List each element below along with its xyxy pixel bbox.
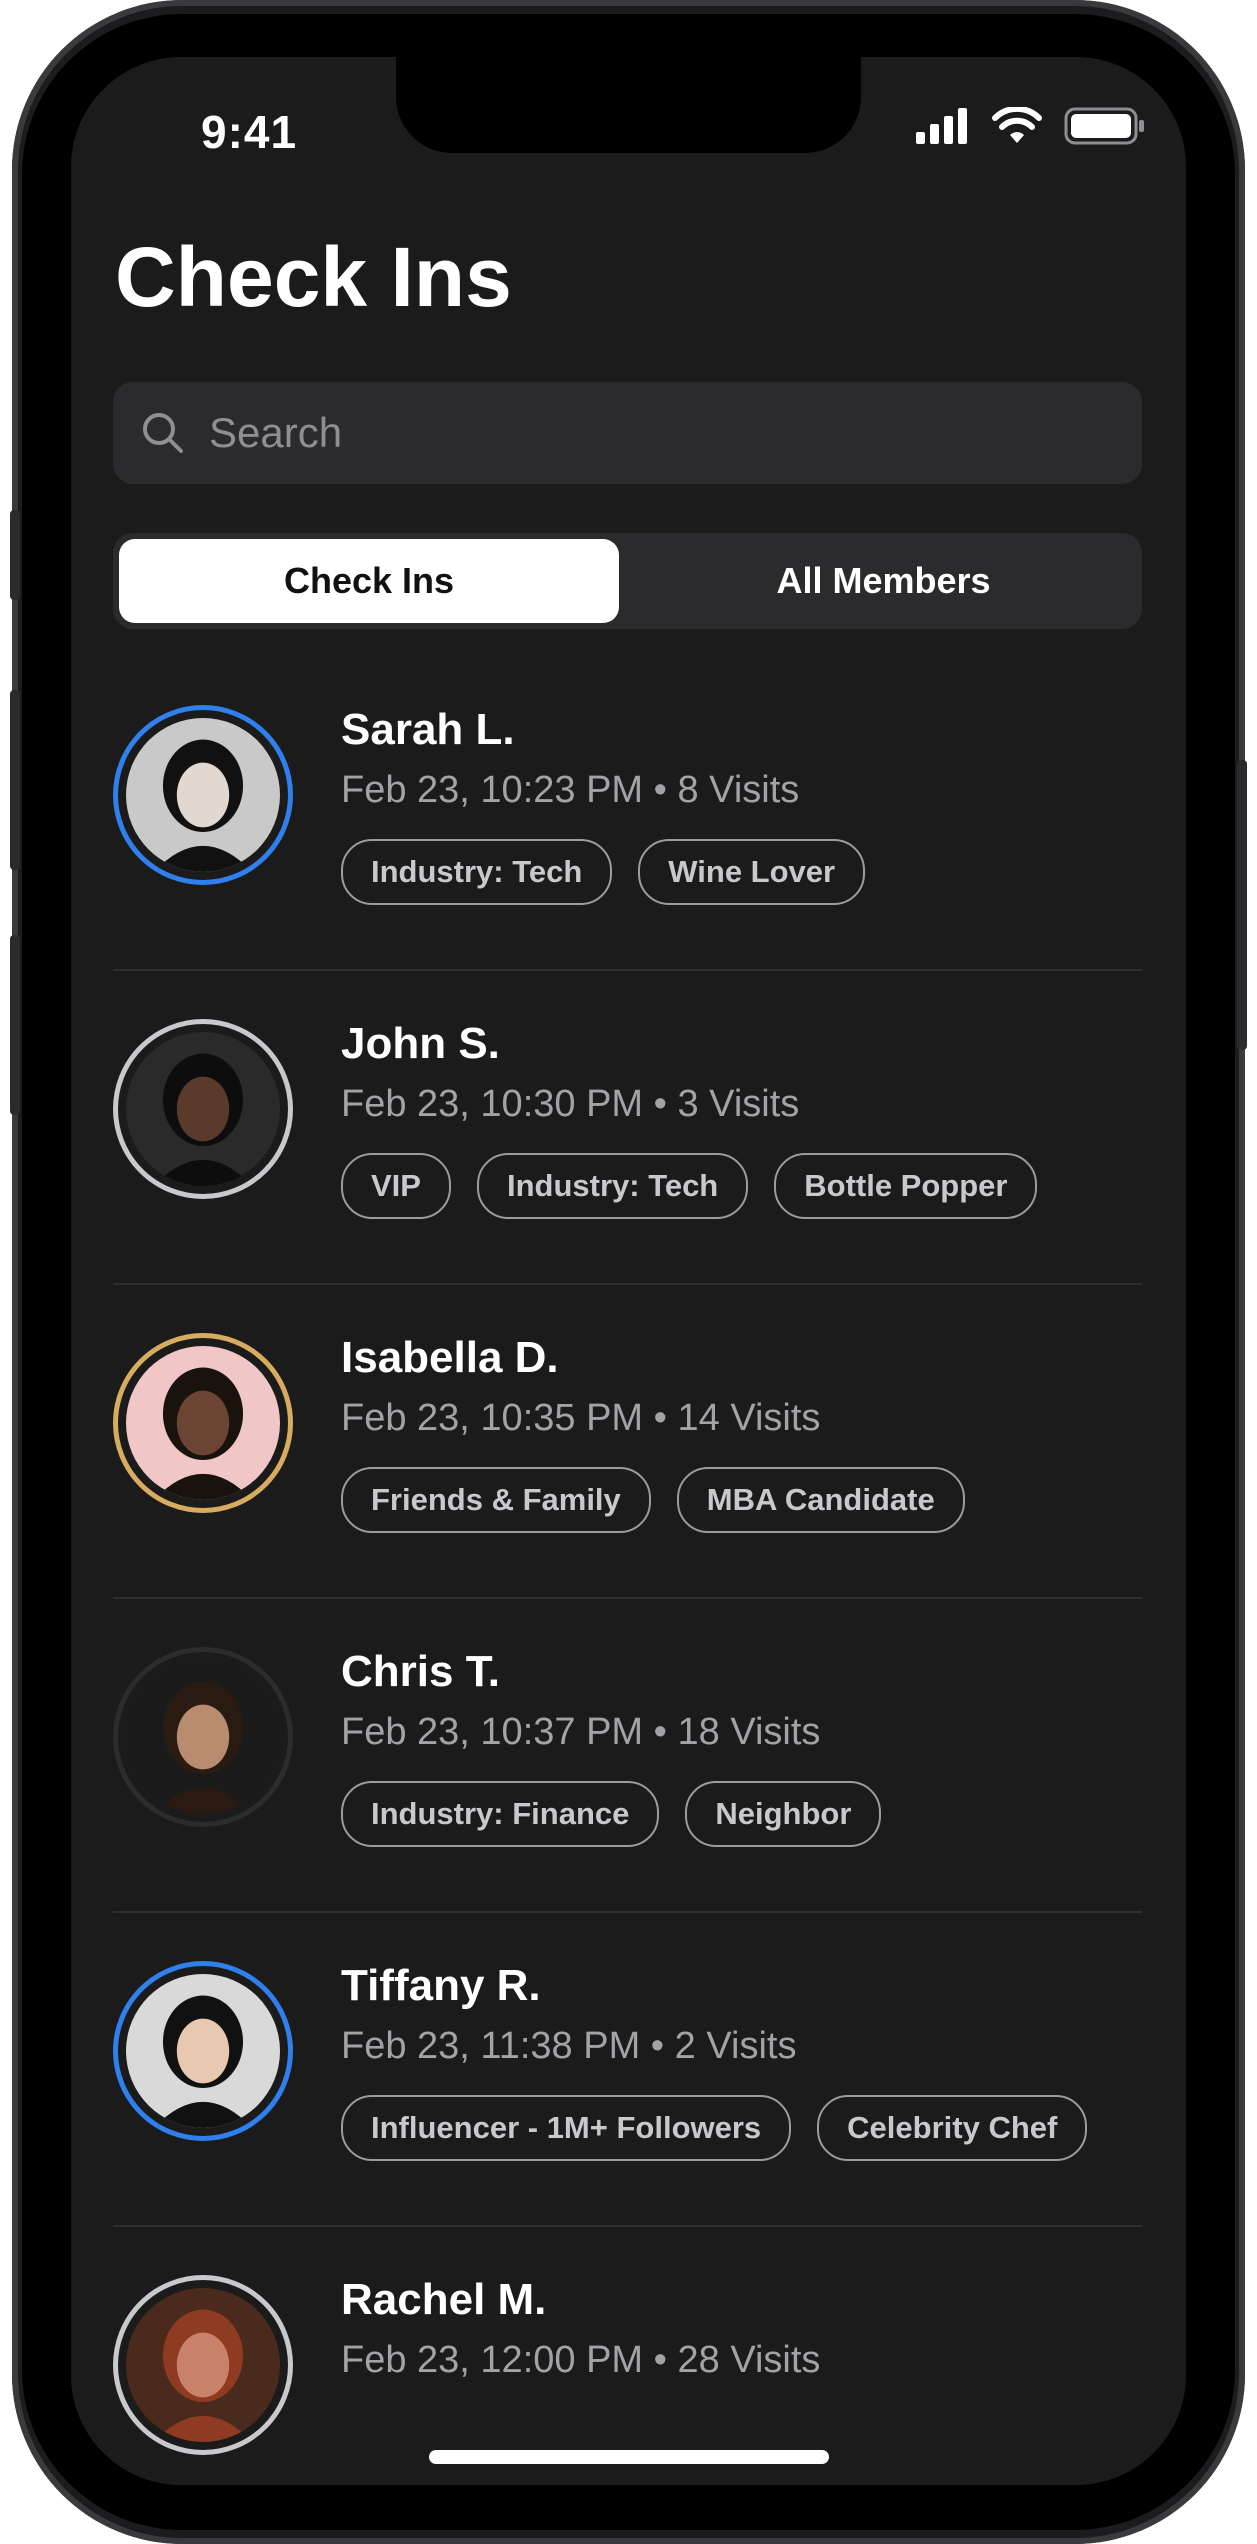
notch — [396, 57, 861, 153]
member-checkin-info: Feb 23, 10:35 PM • 14 Visits — [341, 1397, 821, 1439]
list-item[interactable]: Rachel M. Feb 23, 12:00 PM • 28 Visits — [113, 2227, 1142, 2485]
list-item[interactable]: Isabella D. Feb 23, 10:35 PM • 14 Visits F… — [113, 1285, 1142, 1599]
member-tag[interactable]: Neighbor — [685, 1781, 882, 1847]
mute-switch — [10, 510, 20, 600]
cellular-signal-icon — [916, 108, 967, 144]
list-item[interactable]: Tiffany R. Feb 23, 11:38 PM • 2 Visits Inf… — [113, 1913, 1142, 2227]
power-button — [1237, 760, 1247, 1050]
avatar-photo — [126, 1660, 280, 1814]
status-icons — [916, 107, 1146, 145]
avatar-photo — [126, 1032, 280, 1186]
tab-check-ins[interactable]: Check Ins — [119, 539, 619, 623]
member-tag[interactable]: MBA Candidate — [676, 1467, 965, 1533]
segmented-control: Check Ins All Members — [113, 533, 1142, 629]
home-indicator[interactable] — [429, 2450, 829, 2464]
avatar-photo — [126, 2288, 280, 2442]
member-name: Sarah L. — [341, 705, 515, 754]
tag-list: Influencer - 1M+ Followers Celebrity Chef — [341, 2095, 1088, 2161]
member-tag[interactable]: Wine Lover — [638, 839, 866, 905]
tab-all-members[interactable]: All Members — [631, 539, 1136, 623]
member-list: Sarah L. Feb 23, 10:23 PM • 8 Visits Indus… — [113, 657, 1142, 2485]
avatar[interactable] — [113, 1019, 293, 1199]
battery-icon — [1064, 107, 1144, 145]
member-name: Tiffany R. — [341, 1961, 541, 2010]
member-tag[interactable]: Bottle Popper — [774, 1153, 1038, 1219]
list-item[interactable]: Chris T. Feb 23, 10:37 PM • 18 Visits Indu… — [113, 1599, 1142, 1913]
avatar-photo — [126, 718, 280, 872]
app-screen: 9:41 Check Ins Check Ins All Members — [71, 57, 1186, 2485]
member-tag[interactable]: Industry: Tech — [341, 839, 613, 905]
list-item[interactable]: John S. Feb 23, 10:30 PM • 3 Visits VIP Ind… — [113, 971, 1142, 1285]
status-time: 9:41 — [201, 106, 298, 158]
list-item[interactable]: Sarah L. Feb 23, 10:23 PM • 8 Visits Indus… — [113, 657, 1142, 971]
avatar[interactable] — [113, 1647, 293, 1827]
wifi-icon — [992, 107, 1042, 143]
member-tag[interactable]: Influencer - 1M+ Followers — [341, 2095, 792, 2161]
search-icon — [143, 413, 183, 453]
member-tag[interactable]: Friends & Family — [341, 1467, 651, 1533]
member-checkin-info: Feb 23, 11:38 PM • 2 Visits — [341, 2025, 797, 2067]
member-tag[interactable]: VIP — [341, 1153, 451, 1219]
tag-list: Friends & Family MBA Candidate — [341, 1467, 965, 1533]
avatar[interactable] — [113, 1961, 293, 2141]
search-input[interactable] — [207, 408, 1111, 458]
member-tag[interactable]: Celebrity Chef — [817, 2095, 1088, 2161]
tag-list: Industry: Finance Neighbor — [341, 1781, 882, 1847]
member-name: Rachel M. — [341, 2275, 547, 2324]
member-name: John S. — [341, 1019, 500, 1068]
member-tag[interactable]: Industry: Tech — [476, 1153, 749, 1219]
member-name: Chris T. — [341, 1647, 500, 1696]
tag-list: Industry: Tech Wine Lover — [341, 839, 866, 905]
member-name: Isabella D. — [341, 1333, 559, 1382]
volume-up-button — [10, 690, 20, 870]
avatar-photo — [126, 1346, 280, 1500]
volume-down-button — [10, 935, 20, 1115]
member-checkin-info: Feb 23, 10:30 PM • 3 Visits — [341, 1083, 800, 1125]
page-title: Check Ins — [115, 230, 512, 324]
tag-list: VIP Industry: Tech Bottle Popper — [341, 1153, 1038, 1219]
avatar[interactable] — [113, 1333, 293, 1513]
member-tag[interactable]: Industry: Finance — [341, 1781, 660, 1847]
avatar-photo — [126, 1974, 280, 2128]
avatar[interactable] — [113, 705, 293, 885]
search-bar[interactable] — [113, 382, 1142, 484]
avatar[interactable] — [113, 2275, 293, 2455]
member-checkin-info: Feb 23, 10:23 PM • 8 Visits — [341, 769, 800, 811]
member-checkin-info: Feb 23, 10:37 PM • 18 Visits — [341, 1711, 821, 1753]
member-checkin-info: Feb 23, 12:00 PM • 28 Visits — [341, 2339, 821, 2381]
